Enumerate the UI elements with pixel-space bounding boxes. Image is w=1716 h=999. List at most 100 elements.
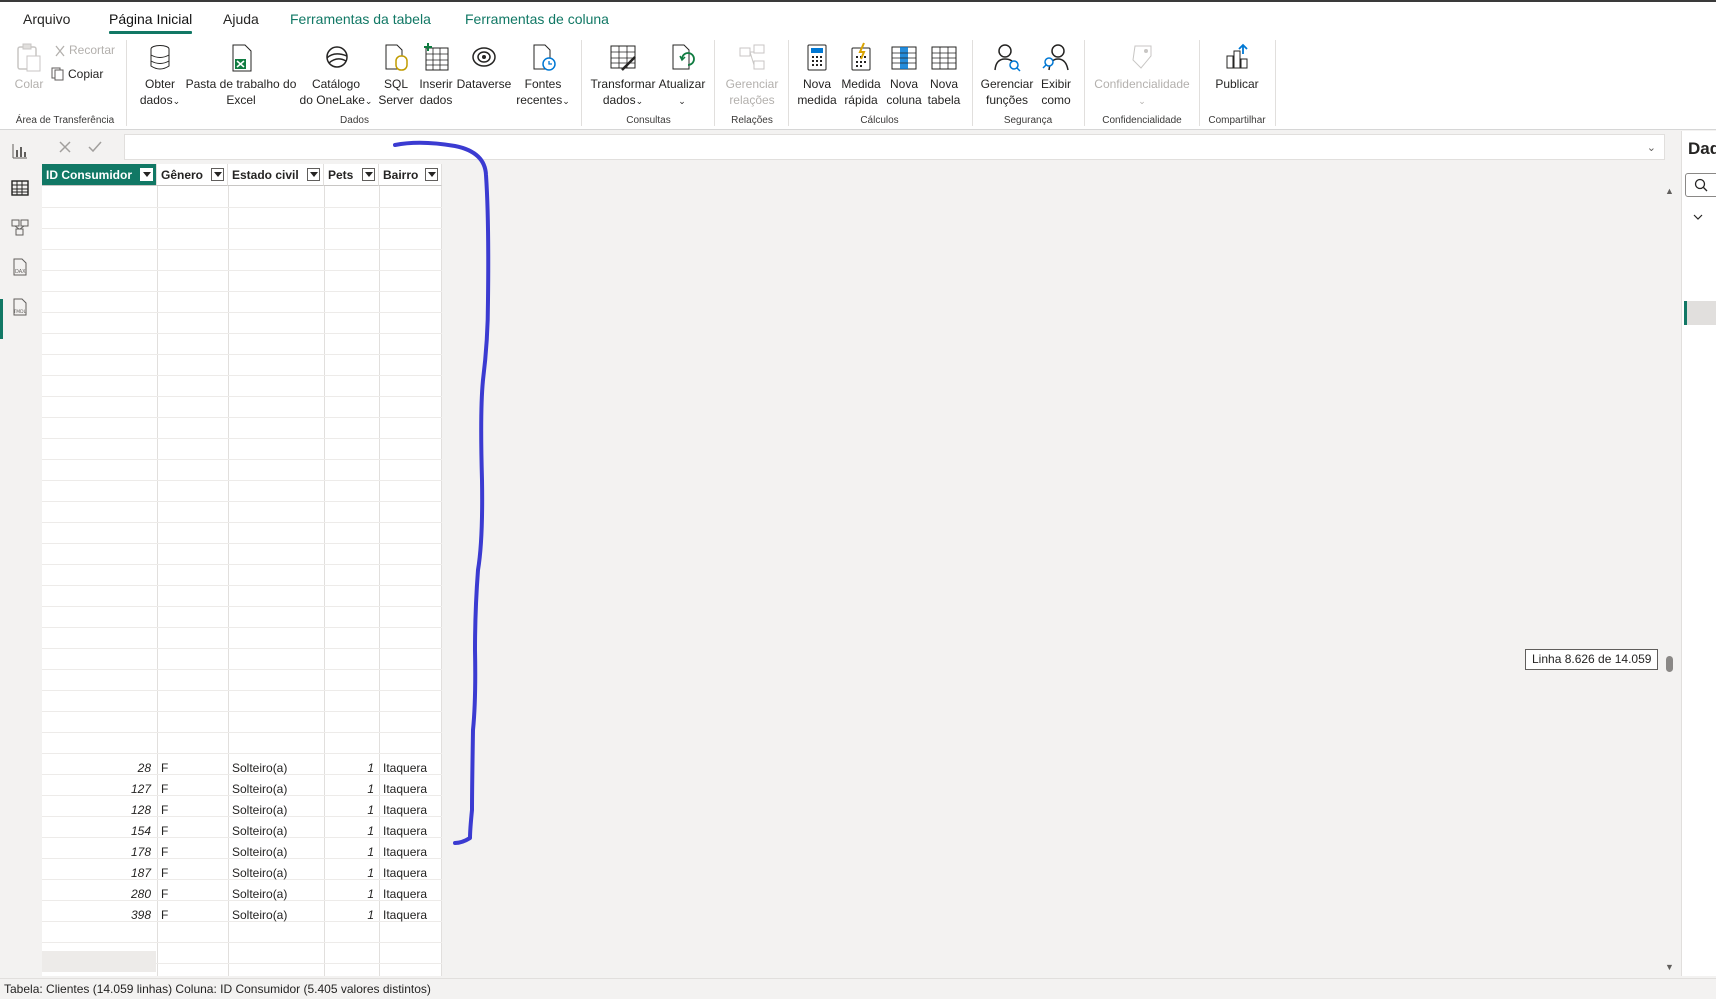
transform-data-button[interactable]: Transformar dados⌄ <box>590 42 656 109</box>
tab-file[interactable]: Arquivo <box>23 11 70 27</box>
calculator-icon <box>807 44 827 71</box>
tab-column-tools[interactable]: Ferramentas de coluna <box>465 11 609 27</box>
data-pane-selected-item[interactable] <box>1684 301 1716 325</box>
dataverse-button[interactable]: Dataverse <box>456 42 512 92</box>
cell-gender: F <box>161 761 169 775</box>
cell-gender: F <box>161 866 169 880</box>
cell-neighborhood: Itaquera <box>383 866 428 880</box>
cell-neighborhood: Itaquera <box>383 782 428 796</box>
new-table-button[interactable]: Nova tabela <box>924 42 964 108</box>
cell-neighborhood: Itaquera <box>383 887 428 901</box>
tab-home[interactable]: Página Inicial <box>109 11 193 34</box>
formula-input[interactable]: ⌄ <box>124 134 1665 160</box>
group-separator <box>1084 40 1085 126</box>
status-bar: Tabela: Clientes (14.059 linhas) Coluna:… <box>0 978 1716 999</box>
get-data-label-2: dados <box>139 93 173 107</box>
table-view-icon[interactable] <box>10 178 30 198</box>
group-relations-label: Relações <box>731 115 773 126</box>
cell-neighborhood: Itaquera <box>383 824 428 838</box>
quick-measure-label-2: rápida <box>844 93 878 107</box>
group-separator <box>126 40 127 126</box>
new-column-label-2: coluna <box>886 93 922 107</box>
cell-marital-status: Solteiro(a) <box>232 824 288 838</box>
model-view-icon[interactable] <box>10 217 30 237</box>
cell-id: 128 <box>130 803 151 817</box>
quick-measure-button[interactable]: Medida rápida <box>839 42 883 108</box>
scroll-down-icon[interactable]: ▼ <box>1665 962 1674 972</box>
tab-table-tools[interactable]: Ferramentas da tabela <box>290 11 431 27</box>
dax-query-view-icon[interactable]: DAX <box>10 257 30 277</box>
cell-gender: F <box>161 845 169 859</box>
manage-roles-button[interactable]: Gerenciar funções <box>980 42 1034 108</box>
enter-data-button[interactable]: Inserir dados <box>416 42 456 108</box>
cell-marital-status: Solteiro(a) <box>232 782 288 796</box>
chevron-down-icon: ⌄ <box>562 96 570 106</box>
transform-data-icon <box>610 45 636 71</box>
copy-button[interactable]: Copiar <box>51 67 103 81</box>
sql-server-icon <box>385 44 408 71</box>
onelake-catalog-button[interactable]: Catálogo do OneLake⌄ <box>298 42 374 109</box>
enter-data-label-1: Inserir <box>419 77 453 91</box>
view-as-button[interactable]: Exibir como <box>1036 42 1076 108</box>
tmdl-view-icon[interactable]: TMDL <box>10 297 30 317</box>
manage-relationships-button[interactable]: Gerenciar relações <box>720 42 784 108</box>
get-data-button[interactable]: Obter dados⌄ <box>136 42 184 109</box>
ribbon: Colar Recortar Copiar Área de Transferên… <box>0 36 1716 130</box>
tab-help[interactable]: Ajuda <box>223 11 259 27</box>
copy-icon <box>51 67 64 81</box>
view-switcher: DAX TMDL <box>0 131 40 976</box>
recent-label-1: Fontes <box>524 77 562 91</box>
group-separator <box>714 40 715 126</box>
cell-neighborhood: Itaquera <box>383 803 428 817</box>
cell-pets: 1 <box>367 824 374 838</box>
copy-label: Copiar <box>68 67 104 81</box>
recent-sources-button[interactable]: Fontes recentes⌄ <box>513 42 573 109</box>
new-measure-button[interactable]: Nova medida <box>795 42 839 108</box>
scroll-thumb[interactable] <box>1666 656 1673 672</box>
paste-button[interactable]: Colar <box>12 42 46 92</box>
scroll-up-icon[interactable]: ▲ <box>1665 186 1674 196</box>
group-separator <box>1199 40 1200 126</box>
manage-rel-label-1: Gerenciar <box>725 77 779 91</box>
sensitivity-button[interactable]: Confidencialidade ⌄ <box>1090 42 1194 109</box>
cell-pets: 1 <box>367 761 374 775</box>
cancel-formula-icon[interactable] <box>56 138 74 156</box>
view-as-label-1: Exibir <box>1040 77 1071 91</box>
formula-bar: ⌄ <box>42 134 1667 160</box>
group-separator <box>788 40 789 126</box>
cell-gender: F <box>161 803 169 817</box>
cell-marital-status: Solteiro(a) <box>232 761 288 775</box>
excel-workbook-button[interactable]: Pasta de trabalho do Excel <box>185 42 297 108</box>
cell-neighborhood: Itaquera <box>383 761 428 775</box>
commit-formula-icon[interactable] <box>86 138 104 156</box>
database-icon <box>150 45 170 70</box>
new-table-label-2: tabela <box>927 93 961 107</box>
cell-pets: 1 <box>367 845 374 859</box>
sql-server-button[interactable]: SQL Server <box>377 42 415 108</box>
chevron-down-icon: ⌄ <box>635 96 644 106</box>
manage-roles-label-1: Gerenciar <box>980 77 1034 91</box>
new-column-button[interactable]: Nova coluna <box>884 42 924 108</box>
group-queries-label: Consultas <box>626 115 671 126</box>
search-icon <box>1694 178 1708 192</box>
cut-button[interactable]: Recortar <box>54 43 115 57</box>
get-data-label-1: Obter <box>144 77 175 91</box>
cell-pets: 1 <box>367 866 374 880</box>
cell-pets: 1 <box>367 887 374 901</box>
sensitivity-icon <box>1132 45 1152 69</box>
vertical-scrollbar[interactable]: ▲ ▼ <box>1662 186 1676 976</box>
excel-label-1: Pasta de trabalho do <box>185 77 297 91</box>
new-measure-label-2: medida <box>797 93 837 107</box>
excel-label-2: Excel <box>226 93 256 107</box>
refresh-button[interactable]: Atualizar ⌄ <box>657 42 707 109</box>
chevron-down-icon[interactable] <box>1692 211 1704 223</box>
data-pane: Dad <box>1681 131 1716 976</box>
report-view-icon[interactable] <box>10 141 30 161</box>
recent-label-2: recentes <box>516 93 563 107</box>
cell-gender: F <box>161 782 169 796</box>
chevron-down-icon[interactable]: ⌄ <box>1647 141 1656 154</box>
paste-label: Colar <box>14 77 44 91</box>
publish-button[interactable]: Publicar <box>1207 42 1267 92</box>
data-pane-search-input[interactable] <box>1685 173 1716 197</box>
cell-neighborhood: Itaquera <box>383 908 428 922</box>
